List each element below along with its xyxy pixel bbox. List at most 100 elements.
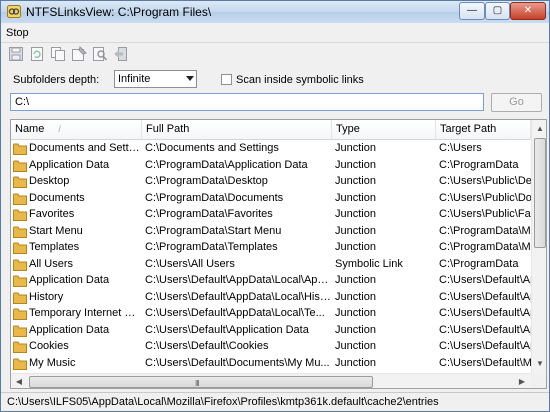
folder-icon (13, 358, 27, 370)
cell-type: Junction (335, 224, 376, 237)
table-row[interactable]: All Users C:\Users\All Users Symbolic Link… (11, 257, 531, 273)
scroll-right-icon[interactable]: ▶ (514, 374, 530, 388)
table-row[interactable]: Start Menu C:\ProgramData\Start Menu Junct… (11, 224, 534, 240)
horizontal-scroll-thumb[interactable]: III (29, 376, 373, 388)
cell-full-path: C:\ProgramData\Templates (145, 241, 278, 253)
cell-name: Cookies (29, 340, 69, 352)
cell-full-path: C:\Users\Default\Cookies (145, 340, 269, 352)
cell-name: Desktop (29, 175, 70, 187)
cell-target-path: C:\ProgramData (439, 158, 519, 171)
cell-name: Start Menu (29, 224, 83, 237)
cell-name: Application Data (29, 158, 110, 171)
table-row[interactable]: My Music C:\Users\Default\Documents\My Mu… (11, 356, 534, 372)
scroll-left-icon[interactable]: ◀ (11, 374, 27, 388)
vertical-scrollbar[interactable]: ▲ ▼ (531, 120, 546, 373)
maximize-button[interactable]: ▢ (485, 2, 510, 20)
cell-target-path: C:\Users\Default\App (439, 340, 534, 352)
folder-icon (13, 160, 27, 172)
table-row[interactable]: Desktop C:\ProgramData\Desktop Junction C:\… (11, 174, 534, 190)
status-text: C:\Users\ILFS05\AppData\Local\Mozilla\Fi… (7, 396, 439, 408)
save-icon[interactable] (8, 46, 24, 62)
scan-symbolic-checkbox[interactable] (221, 74, 232, 85)
cell-type: Junction (335, 340, 376, 352)
subfolders-depth-label: Subfolders depth: (13, 74, 100, 86)
scroll-down-icon[interactable]: ▼ (532, 356, 546, 372)
folder-icon (13, 325, 27, 337)
scroll-up-icon[interactable]: ▲ (532, 121, 546, 137)
menu-bar: Stop (1, 25, 549, 43)
copy-icon[interactable] (50, 46, 66, 62)
find-icon[interactable] (92, 46, 108, 62)
table-row[interactable]: Application Data C:\ProgramData\Applicati… (11, 158, 531, 174)
cell-name: Documents (29, 191, 85, 204)
vertical-scroll-thumb[interactable] (534, 138, 546, 248)
app-icon (7, 5, 21, 18)
minimize-button[interactable]: — (459, 2, 485, 20)
close-button[interactable]: ✕ (510, 2, 546, 20)
table-row[interactable]: Templates C:\ProgramData\Templates Junctio… (11, 240, 534, 256)
cell-name: All Users (29, 257, 74, 270)
cell-name: Templates (29, 241, 80, 253)
cell-target-path: C:\ProgramData\Mic (439, 224, 534, 237)
cell-type: Junction (335, 191, 376, 204)
folder-icon (13, 176, 27, 188)
cell-full-path: C:\Documents and Settings (145, 142, 279, 154)
folder-icon (13, 209, 27, 221)
properties-icon[interactable] (71, 46, 87, 62)
go-button[interactable]: Go (491, 93, 542, 112)
scan-symbolic-label[interactable]: Scan inside symbolic links (236, 74, 364, 86)
cell-type: Junction (335, 241, 376, 253)
cell-full-path: C:\ProgramData\Application Data (145, 158, 308, 171)
toolbar (1, 44, 549, 64)
cell-full-path: C:\ProgramData\Desktop (145, 175, 268, 187)
cell-name: Application Data (29, 274, 110, 286)
cell-name: Application Data (29, 323, 110, 336)
folder-icon (13, 275, 27, 287)
cell-full-path: C:\Users\All Users (145, 257, 235, 270)
folder-icon (13, 242, 27, 254)
table-row[interactable]: Documents and Settin... C:\Documents and … (11, 141, 531, 157)
cell-name: History (29, 290, 64, 303)
cell-full-path: C:\Users\Default\Documents\My Mu... (145, 356, 330, 369)
cell-full-path: C:\ProgramData\Start Menu (145, 224, 282, 237)
cell-target-path: C:\Users\Default\Mu (439, 356, 534, 369)
scrollbar-corner (531, 373, 546, 388)
cell-type: Junction (335, 175, 376, 187)
folder-icon (13, 193, 27, 205)
cell-type: Symbolic Link (335, 257, 403, 270)
table-row[interactable]: Favorites C:\ProgramData\Favorites Junctio… (11, 207, 534, 223)
folder-icon (13, 308, 27, 320)
table-row[interactable]: Application Data C:\Users\Default\AppData… (11, 273, 534, 289)
exit-icon[interactable] (113, 46, 129, 62)
menu-stop[interactable]: Stop (6, 27, 29, 39)
table-row[interactable]: Documents C:\ProgramData\Documents Junctio… (11, 191, 534, 207)
cell-target-path: C:\Users\Public\Favo (439, 208, 534, 220)
cell-name: Favorites (29, 208, 75, 220)
column-header-type[interactable]: Type (332, 120, 436, 140)
cell-name: My Music (29, 356, 76, 369)
horizontal-scrollbar[interactable]: ◀ III ▶ (11, 373, 531, 388)
cell-target-path: C:\Users\Public\Doc (439, 191, 534, 204)
column-header-full-path[interactable]: Full Path (142, 120, 332, 140)
cell-full-path: C:\Users\Default\AppData\Local\Hist... (145, 290, 331, 303)
status-bar: C:\Users\ILFS05\AppData\Local\Mozilla\Fi… (1, 392, 549, 411)
subfolders-depth-dropdown[interactable]: Infinite (114, 70, 197, 88)
folder-icon (13, 341, 27, 353)
table-row[interactable]: Cookies C:\Users\Default\Cookies Junction C… (11, 339, 534, 355)
path-input[interactable]: C:\ (10, 93, 484, 111)
cell-name: Documents and Settin... (29, 142, 141, 154)
column-header-name[interactable]: Name / (11, 120, 142, 140)
cell-target-path: C:\Users\Default\App (439, 307, 534, 319)
table-row[interactable]: Application Data C:\Users\Default\Applica… (11, 323, 534, 339)
title-bar[interactable]: NTFSLinksView: C:\Program Files\ — ▢ ✕ (1, 1, 549, 23)
cell-type: Junction (335, 208, 376, 220)
refresh-icon[interactable] (29, 46, 45, 62)
table-row[interactable]: Temporary Internet Fil... C:\Users\Defaul… (11, 306, 534, 322)
column-header-target-path[interactable]: Target Path (436, 120, 531, 140)
cell-full-path: C:\Users\Default\AppData\Local\Te... (145, 307, 325, 319)
cell-target-path: C:\Users\Default\App (439, 323, 534, 336)
subfolders-depth-value: Infinite (118, 73, 151, 85)
cell-target-path: C:\Users\Public\Desk (439, 175, 534, 187)
app-window: NTFSLinksView: C:\Program Files\ — ▢ ✕ S… (0, 0, 550, 412)
table-row[interactable]: History C:\Users\Default\AppData\Local\Hi… (11, 290, 534, 306)
